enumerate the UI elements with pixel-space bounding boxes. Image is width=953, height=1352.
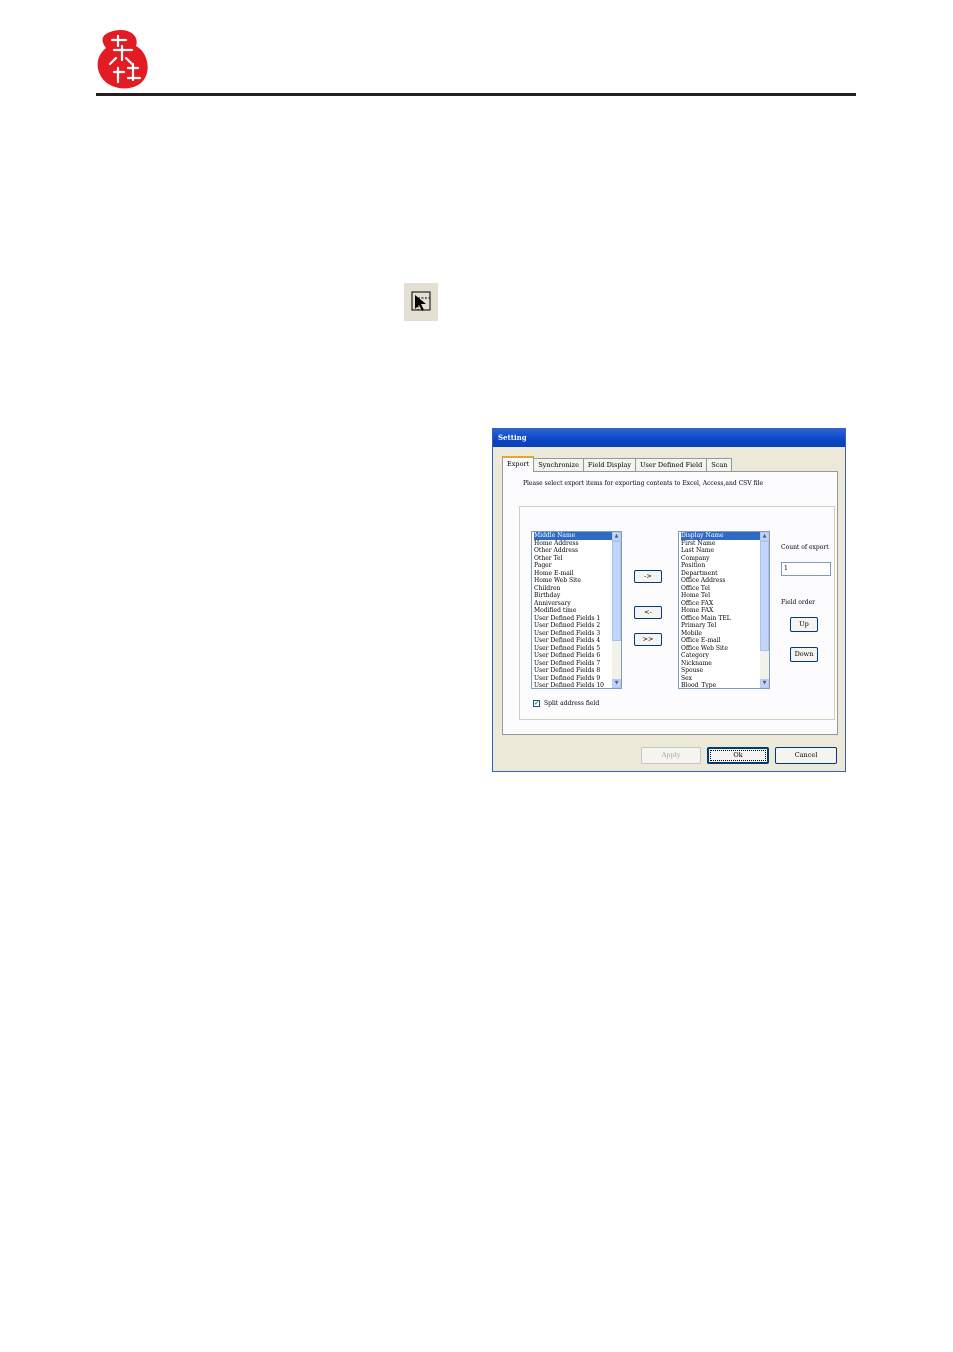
- tab-field-display[interactable]: Field Display: [582, 458, 637, 471]
- available-fields-items: Middle Name Home Address Other Address Othe…: [532, 532, 612, 688]
- list-item[interactable]: Position: [681, 562, 760, 570]
- tab-strip: Export Synchronize Field Display User De…: [502, 456, 733, 472]
- export-fields-scrollbar[interactable]: ▲ ▼: [760, 532, 769, 688]
- count-of-export-label: Count of export: [781, 544, 829, 551]
- dialog-title-bar[interactable]: Setting: [493, 429, 845, 447]
- list-item[interactable]: Children: [534, 585, 612, 593]
- list-item[interactable]: Home Web Site: [534, 577, 612, 585]
- list-item[interactable]: Company: [681, 555, 760, 563]
- list-item[interactable]: Home FAX: [681, 607, 760, 615]
- list-item[interactable]: Office FAX: [681, 600, 760, 608]
- list-item[interactable]: Nickname: [681, 660, 760, 668]
- list-item[interactable]: Pager: [534, 562, 612, 570]
- move-up-button[interactable]: Up: [790, 617, 818, 632]
- list-item[interactable]: Anniversary: [534, 600, 612, 608]
- list-item[interactable]: Modified time: [534, 607, 612, 615]
- list-item[interactable]: Display Name: [681, 532, 760, 540]
- list-item[interactable]: Home E-mail: [534, 570, 612, 578]
- scroll-up-button[interactable]: ▲: [612, 532, 621, 541]
- tab-synchronize[interactable]: Synchronize: [533, 458, 584, 471]
- export-instruction: Please select export items for exporting…: [523, 480, 764, 487]
- scroll-down-button[interactable]: ▼: [760, 679, 769, 688]
- list-item[interactable]: Middle Name: [534, 532, 612, 540]
- dialog-title: Setting: [498, 433, 527, 442]
- list-item[interactable]: Office Tel: [681, 585, 760, 593]
- ok-button[interactable]: Ok: [707, 747, 769, 764]
- list-item[interactable]: Sex: [681, 675, 760, 683]
- tab-user-defined-field[interactable]: User Defined Field: [635, 458, 708, 471]
- scroll-down-button[interactable]: ▼: [612, 679, 621, 688]
- select-area-arrow-icon: [404, 283, 438, 321]
- cancel-button[interactable]: Cancel: [775, 747, 837, 764]
- list-item[interactable]: User Defined Fields 9: [534, 675, 612, 683]
- export-fields-items: Display Name First Name Last Name Company Po…: [679, 532, 760, 688]
- field-order-label: Field order: [781, 599, 816, 606]
- list-item[interactable]: Office E-mail: [681, 637, 760, 645]
- move-down-button[interactable]: Down: [790, 647, 818, 662]
- split-address-checkbox[interactable]: ✔: [533, 700, 540, 707]
- split-address-label: Split address field: [544, 700, 600, 707]
- tab-scan[interactable]: Scan: [706, 458, 733, 471]
- setting-dialog: Setting Export Synchronize Field Display…: [492, 428, 846, 772]
- list-item[interactable]: User Defined Fields 5: [534, 645, 612, 653]
- list-item[interactable]: First Name: [681, 540, 760, 548]
- list-item[interactable]: Birthday: [534, 592, 612, 600]
- list-item[interactable]: User Defined Fields 2: [534, 622, 612, 630]
- remove-field-button[interactable]: <-: [634, 606, 662, 619]
- list-item[interactable]: Other Tel: [534, 555, 612, 563]
- add-all-fields-button[interactable]: >>: [634, 633, 662, 646]
- header-rule: [96, 93, 856, 96]
- apply-button[interactable]: Apply: [641, 747, 701, 764]
- count-of-export-field[interactable]: 1: [781, 562, 831, 576]
- list-item[interactable]: User Defined Fields 10: [534, 682, 612, 688]
- list-item[interactable]: Blood_Type: [681, 682, 760, 688]
- list-item[interactable]: User Defined Fields 4: [534, 637, 612, 645]
- add-field-button[interactable]: ->: [634, 570, 662, 583]
- tab-export[interactable]: Export: [502, 456, 535, 472]
- scroll-thumb[interactable]: [612, 541, 621, 641]
- list-item[interactable]: Last Name: [681, 547, 760, 555]
- list-item[interactable]: Office Web Site: [681, 645, 760, 653]
- list-item[interactable]: Other Address: [534, 547, 612, 555]
- list-item[interactable]: Office Address: [681, 577, 760, 585]
- available-fields-scrollbar[interactable]: ▲ ▼: [612, 532, 621, 688]
- list-item[interactable]: Department: [681, 570, 760, 578]
- export-fields-group: Middle Name Home Address Other Address Othe…: [519, 506, 835, 720]
- scroll-thumb[interactable]: [760, 541, 769, 651]
- list-item[interactable]: Primary Tel: [681, 622, 760, 630]
- export-tab-panel: Please select export items for exporting…: [502, 471, 838, 735]
- scroll-up-button[interactable]: ▲: [760, 532, 769, 541]
- list-item[interactable]: Mobile: [681, 630, 760, 638]
- list-item[interactable]: Home Address: [534, 540, 612, 548]
- export-fields-listbox[interactable]: Display Name First Name Last Name Company Po…: [678, 531, 770, 689]
- list-item[interactable]: User Defined Fields 6: [534, 652, 612, 660]
- seal-logo: [97, 29, 148, 89]
- list-item[interactable]: User Defined Fields 3: [534, 630, 612, 638]
- list-item[interactable]: Category: [681, 652, 760, 660]
- list-item[interactable]: Office Main TEL: [681, 615, 760, 623]
- list-item[interactable]: User Defined Fields 1: [534, 615, 612, 623]
- list-item[interactable]: Spouse: [681, 667, 760, 675]
- list-item[interactable]: User Defined Fields 7: [534, 660, 612, 668]
- list-item[interactable]: Home Tel: [681, 592, 760, 600]
- list-item[interactable]: User Defined Fields 8: [534, 667, 612, 675]
- available-fields-listbox[interactable]: Middle Name Home Address Other Address Othe…: [531, 531, 622, 689]
